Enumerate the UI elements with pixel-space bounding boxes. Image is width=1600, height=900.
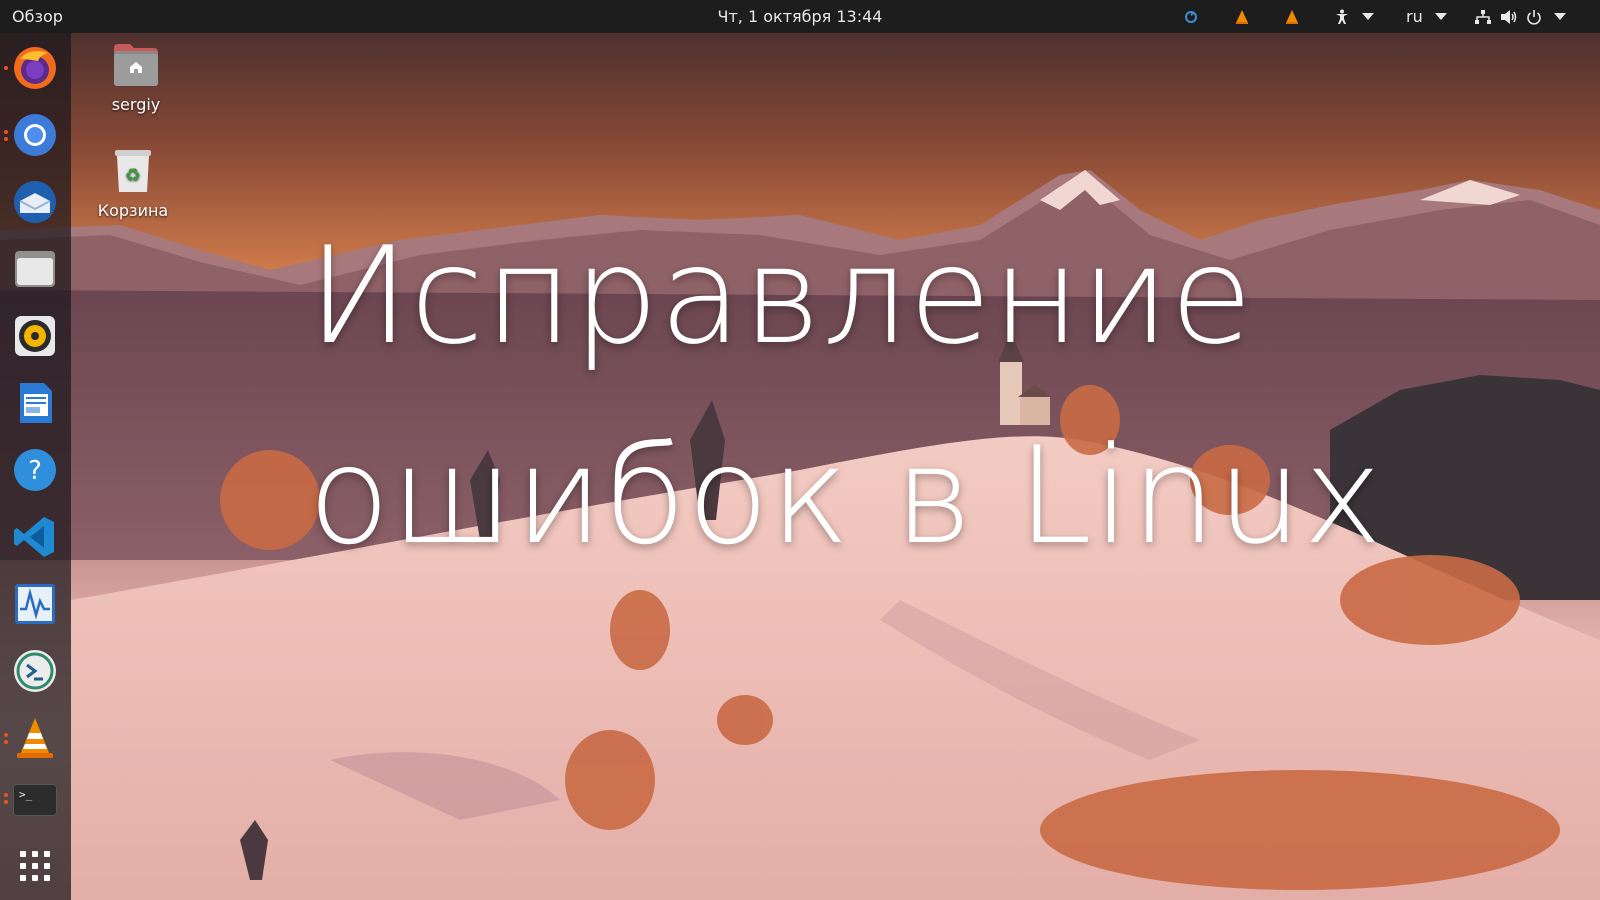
top-bar: Обзор Чт, 1 октября 13:44 ru bbox=[0, 0, 1600, 33]
svg-text:?: ? bbox=[28, 456, 42, 486]
desktop-icon-label: Корзина bbox=[97, 201, 169, 220]
desktop-icon-label: sergiy bbox=[111, 95, 161, 114]
headline-line-2: ошибок в Linux bbox=[308, 418, 1384, 574]
dock-item-rhythmbox[interactable] bbox=[10, 311, 60, 361]
chevron-down-icon bbox=[1362, 13, 1374, 20]
home-folder-icon bbox=[114, 44, 158, 86]
dock-item-writer[interactable] bbox=[10, 378, 60, 428]
help-icon: ? bbox=[14, 449, 56, 491]
vlc-tray-icon[interactable] bbox=[1230, 0, 1254, 33]
chromium-icon bbox=[14, 114, 56, 156]
keyboard-layout-menu[interactable]: ru bbox=[1402, 0, 1447, 33]
writer-icon bbox=[20, 383, 52, 423]
power-icon bbox=[1522, 0, 1546, 33]
chevron-down-icon bbox=[1434, 13, 1447, 20]
app-grid-icon bbox=[20, 851, 50, 881]
vlc-tray-group-2 bbox=[1280, 0, 1304, 33]
desktop-icon-home[interactable]: sergiy bbox=[86, 42, 186, 114]
dock-item-terminal[interactable]: >_ bbox=[4, 775, 60, 825]
vlc-tray-group bbox=[1230, 0, 1254, 33]
system-monitor-icon bbox=[15, 584, 55, 624]
dock-item-remote-desktop[interactable] bbox=[10, 646, 60, 696]
thunderbird-icon bbox=[14, 181, 56, 223]
headline-line-1: Исправление bbox=[308, 218, 1254, 374]
vlc-tray-icon-2[interactable] bbox=[1280, 0, 1304, 33]
vlc-icon bbox=[17, 718, 53, 758]
running-indicator bbox=[4, 733, 8, 737]
remote-desktop-icon bbox=[14, 650, 56, 692]
dock-item-firefox[interactable] bbox=[4, 43, 60, 93]
terminal-icon: >_ bbox=[13, 784, 57, 816]
keyboard-layout-label: ru bbox=[1406, 7, 1423, 26]
accessibility-icon bbox=[1330, 0, 1354, 33]
system-menu[interactable] bbox=[1470, 0, 1566, 33]
show-applications-button[interactable] bbox=[10, 841, 60, 891]
running-indicator bbox=[4, 800, 8, 804]
running-indicator bbox=[4, 66, 8, 70]
update-icon[interactable] bbox=[1180, 0, 1202, 33]
files-icon bbox=[15, 251, 55, 287]
dock-item-vlc[interactable] bbox=[4, 713, 60, 763]
running-indicator bbox=[4, 793, 8, 797]
running-indicator bbox=[4, 130, 8, 134]
dock-item-files[interactable] bbox=[10, 244, 60, 294]
rhythmbox-icon bbox=[15, 316, 55, 356]
svg-text:♻: ♻ bbox=[125, 165, 141, 186]
dock-item-chromium[interactable] bbox=[4, 110, 60, 160]
dock-item-help[interactable]: ? bbox=[10, 445, 60, 495]
tray-indicators bbox=[1180, 0, 1202, 33]
vscode-icon bbox=[14, 517, 54, 557]
accessibility-menu[interactable] bbox=[1330, 0, 1374, 33]
volume-icon bbox=[1496, 0, 1522, 33]
headline-overlay: Исправление ошибок в Linux bbox=[308, 196, 1508, 596]
trash-icon: ♻ bbox=[115, 150, 151, 192]
terminal-prompt: >_ bbox=[19, 788, 33, 801]
activities-button[interactable]: Обзор bbox=[12, 7, 63, 26]
chevron-down-icon bbox=[1554, 13, 1566, 20]
clock-button[interactable]: Чт, 1 октября 13:44 bbox=[718, 7, 883, 26]
network-icon bbox=[1470, 0, 1496, 33]
dock-item-system-monitor[interactable] bbox=[10, 579, 60, 629]
dock: ? >_ bbox=[0, 33, 71, 900]
running-indicator bbox=[4, 740, 8, 744]
running-indicator bbox=[4, 137, 8, 141]
desktop-icon-trash[interactable]: ♻ Корзина bbox=[83, 148, 183, 220]
dock-item-vscode[interactable] bbox=[10, 512, 60, 562]
dock-item-thunderbird[interactable] bbox=[10, 177, 60, 227]
firefox-icon bbox=[14, 47, 56, 89]
